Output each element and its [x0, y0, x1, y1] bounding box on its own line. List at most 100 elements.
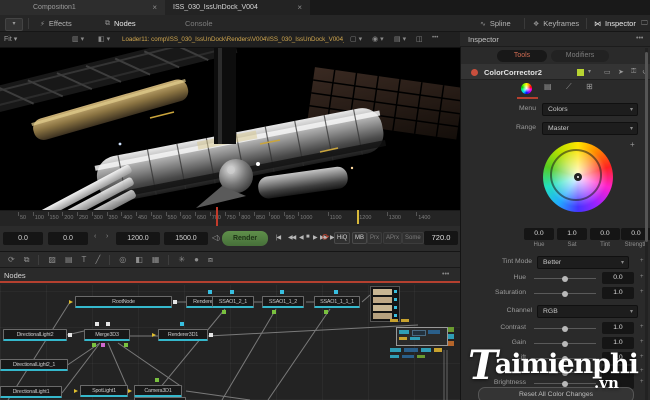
node-aux-dot[interactable] [155, 378, 159, 382]
brightness-slider-thumb[interactable] [562, 381, 568, 387]
tab-options-icon[interactable]: ⊞ [586, 82, 593, 91]
timeline-ruler[interactable]: 5010015020025030035040045050055060065070… [0, 210, 460, 226]
keyframe-dot-icon[interactable]: + [640, 339, 644, 345]
loop-button[interactable]: ⟳ [322, 232, 330, 243]
fit-dropdown[interactable]: Fit ▾ [4, 35, 17, 43]
keyframe-dot-icon[interactable]: + [640, 289, 644, 295]
viewer-image[interactable] [0, 48, 460, 210]
saturation-slider-value[interactable]: 1.0 [602, 287, 634, 299]
lock-icon[interactable]: ⚿ [631, 68, 636, 76]
node-output-pin[interactable] [173, 300, 177, 304]
keyframe-dot-icon[interactable]: + [640, 324, 644, 330]
keyframe-dot-icon[interactable]: + [640, 368, 644, 374]
playhead[interactable] [216, 207, 218, 226]
range-dropdown[interactable]: Master ▾ [542, 122, 638, 135]
blur-tool-icon[interactable]: ● [194, 255, 199, 264]
tab-color-wheel-icon[interactable] [521, 83, 532, 94]
tab-modifiers[interactable]: Modifiers [551, 50, 609, 62]
node-directionallight1[interactable]: DirectionalLight1 [0, 386, 62, 398]
merge-tool-icon[interactable]: ⧉ [24, 255, 30, 265]
some-toggle[interactable]: Some [402, 232, 424, 244]
stop-button[interactable]: ■ [306, 234, 309, 240]
menu-dropdown[interactable]: Colors ▾ [542, 103, 638, 116]
gradient-tool-icon[interactable]: ◧ [135, 255, 143, 264]
hue-slider-value[interactable]: 0.0 [602, 272, 634, 284]
node-view-dot[interactable] [230, 290, 234, 294]
prev-key-button[interactable]: ‹ [94, 233, 96, 240]
light-tool-icon[interactable]: ✳ [178, 255, 185, 264]
node-rootnode[interactable]: RootNode [75, 296, 172, 308]
gain-slider-value[interactable]: 1.0 [602, 337, 634, 349]
range-end-field[interactable]: 1500.0 [164, 232, 208, 245]
hue-slider-track[interactable] [534, 278, 596, 279]
saturation-slider-track[interactable] [534, 293, 596, 294]
node-view-dot[interactable] [180, 322, 184, 326]
gamma-slider-thumb[interactable] [562, 370, 568, 376]
tab-iss-comp[interactable]: ISS_030_IssUnDock_V004 × [165, 0, 310, 15]
node-camera3d1[interactable]: Camera3D1 [134, 385, 182, 397]
node-directionallight2[interactable]: DirectionalLight2 [3, 329, 67, 341]
aprx-toggle[interactable]: APrx [383, 232, 402, 244]
nodes-more-menu[interactable]: ••• [442, 271, 449, 278]
hue-value-box[interactable]: 0.0 [524, 228, 554, 240]
node-view-dot[interactable] [334, 290, 338, 294]
time-field-1[interactable]: 0.0 [3, 232, 43, 245]
polyline-tool-icon[interactable]: ╱ [95, 255, 100, 264]
node-graph[interactable]: RootNode Renderer3D1_3 SSAO1_2_1 SSAO1_1… [0, 285, 460, 400]
nodes-button[interactable]: ⧉ Nodes [105, 17, 136, 30]
close-icon[interactable]: × [152, 3, 157, 12]
node-aux-dot[interactable] [92, 343, 96, 347]
contrast-slider-track[interactable] [534, 328, 596, 329]
viewer-options-dropdown[interactable]: ▤ ▾ [394, 35, 406, 43]
viewer-gamut-dropdown[interactable]: ◉ ▾ [372, 35, 384, 43]
contrast-slider-thumb[interactable] [562, 326, 568, 332]
channel-select-dropdown[interactable]: ◧ ▾ [98, 35, 110, 43]
group-tool-icon[interactable]: ⧈ [208, 255, 213, 265]
gain-slider-track[interactable] [534, 343, 596, 344]
layout-dropdown[interactable]: ▾ [5, 18, 23, 31]
color-wheel[interactable] [543, 142, 613, 212]
gamma-slider-track[interactable] [534, 372, 596, 373]
keyframe-dot-icon[interactable]: + [640, 354, 644, 360]
spline-button[interactable]: ∿ Spline [480, 17, 511, 30]
monitor-button[interactable]: 🖵 [641, 17, 648, 30]
node-spotlight1[interactable]: SpotLight1 [80, 385, 128, 397]
node-directionallight2-1[interactable]: DirectionalLight2_1 [0, 359, 68, 371]
play-button[interactable]: ▶ [313, 234, 317, 241]
matte-tool-icon[interactable]: ▦ [152, 255, 160, 264]
node-aux-dot[interactable] [272, 310, 276, 314]
node-input-pin[interactable] [95, 322, 99, 326]
range-start-field[interactable]: 1200.0 [116, 232, 160, 245]
tab-composition1[interactable]: Composition1 × [25, 0, 165, 15]
chevron-down-icon[interactable]: ▾ [588, 68, 591, 75]
background-tool-icon[interactable]: ▨ [48, 255, 56, 264]
select-tool-icon[interactable]: ⟳ [8, 255, 15, 264]
node-view-dot[interactable] [280, 290, 284, 294]
brightness-slider-track[interactable] [534, 383, 596, 384]
wheel-crosshair[interactable] [574, 173, 582, 181]
node-aux-dot[interactable] [101, 343, 105, 347]
node-ssao1-1-2[interactable]: SSAO1_1_2 [262, 296, 304, 308]
play-reverse-button[interactable]: ◀ [299, 234, 303, 241]
inspector-scrollbar[interactable] [645, 48, 648, 400]
node-aux-dot[interactable] [222, 310, 226, 314]
goto-start-button[interactable]: |◀ [276, 234, 280, 241]
keyframe-dot-icon[interactable]: + [640, 274, 644, 280]
console-button[interactable]: Console [185, 17, 213, 30]
fast-reverse-button[interactable]: ◀◀ [288, 234, 295, 241]
layer-select-dropdown[interactable]: ▥ ▾ [72, 35, 84, 43]
tint-value-box[interactable]: 0.0 [590, 228, 620, 240]
node-ssao1-2-1[interactable]: SSAO1_2_1 [212, 296, 254, 308]
current-frame-field[interactable]: 720.0 [424, 231, 458, 245]
tool-tile-color-swatch[interactable] [577, 69, 584, 76]
timeline-marker-1200[interactable] [357, 210, 359, 224]
node-output-pin[interactable] [68, 333, 72, 337]
hiq-toggle[interactable]: HiQ [334, 232, 350, 244]
text-tool-icon[interactable]: T [82, 255, 87, 264]
viewer-more-menu[interactable]: ••• [432, 35, 438, 41]
keyframe-dot-icon[interactable]: + [640, 379, 644, 385]
contrast-slider-value[interactable]: 1.0 [602, 322, 634, 334]
split-view-icon[interactable]: ◫ [416, 35, 423, 43]
mask-tool-icon[interactable]: ◎ [119, 255, 126, 264]
proxy-toggle[interactable]: Prx [367, 232, 382, 244]
